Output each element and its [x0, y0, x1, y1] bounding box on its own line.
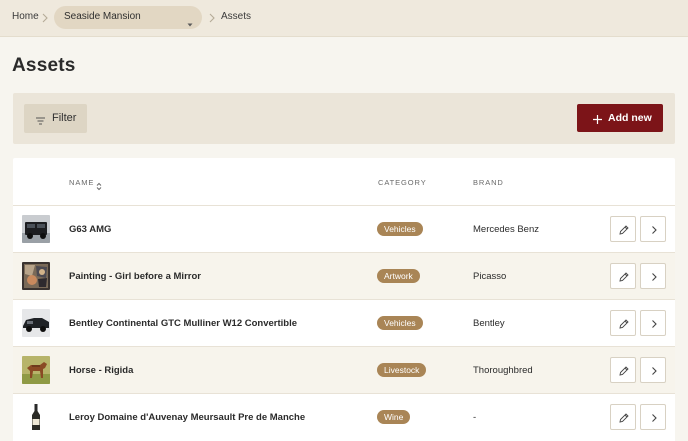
toolbar: Filter Add new	[13, 93, 675, 144]
pencil-icon	[619, 319, 629, 329]
chevron-right-icon	[652, 226, 657, 234]
top-bar: Home Seaside Mansion Assets	[0, 0, 688, 37]
filter-label: Filter	[52, 112, 77, 124]
sort-icon[interactable]	[96, 178, 102, 191]
breadcrumb-current: Assets	[221, 11, 252, 22]
thumbnail-dark-convertible	[22, 309, 50, 337]
add-new-button[interactable]: Add new	[577, 104, 663, 132]
edit-button[interactable]	[610, 216, 636, 242]
edit-button[interactable]	[610, 263, 636, 289]
property-select[interactable]: Seaside Mansion	[54, 6, 202, 29]
category-badge: Vehicles	[377, 222, 423, 236]
breadcrumb-home[interactable]: Home	[12, 11, 39, 22]
asset-brand: Bentley	[473, 318, 505, 329]
thumbnail-cubist-painting	[22, 262, 50, 290]
header-name[interactable]: NAME	[69, 178, 94, 187]
thumbnail-wine-bottle	[22, 403, 50, 431]
chevron-right-icon	[652, 367, 657, 375]
asset-name[interactable]: Horse - Rigida	[69, 365, 133, 376]
add-new-label: Add new	[608, 112, 652, 124]
table-row: Painting - Girl before a Mirror Artwork …	[13, 253, 675, 300]
asset-brand: -	[473, 412, 477, 423]
open-button[interactable]	[640, 216, 666, 242]
asset-name[interactable]: G63 AMG	[69, 224, 111, 235]
pencil-icon	[619, 272, 629, 282]
thumbnail-black-suv	[22, 215, 50, 243]
asset-name[interactable]: Painting - Girl before a Mirror	[69, 271, 201, 282]
table-row: Bentley Continental GTC Mulliner W12 Con…	[13, 300, 675, 347]
asset-brand: Mercedes Benz	[473, 224, 540, 235]
open-button[interactable]	[640, 263, 666, 289]
category-badge: Artwork	[377, 269, 420, 283]
plus-icon	[592, 112, 603, 124]
open-button[interactable]	[640, 404, 666, 430]
thumbnail-brown-horse	[22, 356, 50, 384]
filter-icon	[35, 113, 46, 125]
chevron-right-icon	[652, 320, 657, 328]
category-badge: Livestock	[377, 363, 427, 377]
header-brand: BRAND	[473, 178, 504, 187]
header-category: CATEGORY	[378, 178, 427, 187]
chevron-right-icon	[40, 11, 50, 25]
asset-name[interactable]: Leroy Domaine d'Auvenay Meursault Pre de…	[69, 412, 305, 423]
chevron-right-icon	[652, 273, 657, 281]
edit-button[interactable]	[610, 404, 636, 430]
edit-button[interactable]	[610, 357, 636, 383]
caret-down-icon	[186, 15, 194, 27]
edit-button[interactable]	[610, 310, 636, 336]
chevron-right-icon	[207, 11, 217, 25]
chevron-right-icon	[652, 414, 657, 422]
filter-button[interactable]: Filter	[24, 104, 87, 133]
assets-table: NAME CATEGORY BRAND G63 AMG Vehicles Mer…	[13, 158, 675, 441]
pencil-icon	[619, 413, 629, 423]
category-badge: Vehicles	[377, 316, 423, 330]
pencil-icon	[619, 366, 629, 376]
asset-brand: Picasso	[473, 271, 507, 282]
page-title: Assets	[12, 55, 76, 76]
table-row: Horse - Rigida Livestock Thoroughbred	[13, 347, 675, 394]
asset-name[interactable]: Bentley Continental GTC Mulliner W12 Con…	[69, 318, 297, 329]
pencil-icon	[619, 225, 629, 235]
property-select-label: Seaside Mansion	[64, 11, 141, 22]
table-row: Leroy Domaine d'Auvenay Meursault Pre de…	[13, 394, 675, 441]
asset-brand: Thoroughbred	[473, 365, 533, 376]
table-row: G63 AMG Vehicles Mercedes Benz	[13, 206, 675, 253]
category-badge: Wine	[377, 410, 411, 424]
open-button[interactable]	[640, 357, 666, 383]
open-button[interactable]	[640, 310, 666, 336]
